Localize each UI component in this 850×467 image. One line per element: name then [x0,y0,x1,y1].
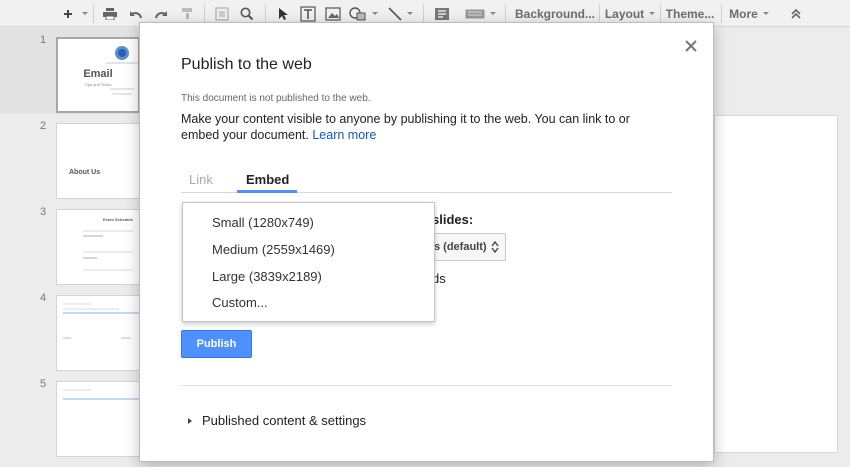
slide-number: 4 [40,292,47,304]
select-cursor-icon[interactable] [273,3,293,24]
size-dropdown-menu: Small (1280x749) Medium (2559x1469) Larg… [182,202,435,322]
slide-lines [63,389,139,400]
advance-select-value: s (default) [434,241,487,253]
tab-link[interactable]: Link [189,172,213,187]
dialog-title: Publish to the web [181,56,312,73]
slide-subtitle: Tips and Tricks [84,82,112,87]
slide-thumbnail-3[interactable]: 3 Event Schedule [0,200,150,286]
layout-button[interactable]: Layout [603,3,657,24]
slide-preview [56,295,140,371]
slide-number: 3 [40,206,47,218]
new-slide-plus-icon[interactable] [58,3,78,24]
comment-icon[interactable] [431,3,453,24]
slide-title: Email [83,68,113,80]
background-button[interactable]: Background... [512,3,598,24]
published-settings-label: Published content & settings [202,413,367,428]
dialog-description: Make your content visible to anyone by p… [181,111,671,143]
expand-triangle-icon [188,417,192,424]
slide-preview [56,381,140,457]
menu-item-large[interactable]: Large (3839x2189) [212,269,322,284]
slide-thumbnail-5[interactable]: 5 [0,372,150,458]
line-icon[interactable] [385,3,415,24]
active-tab-indicator [237,190,297,193]
learn-more-link[interactable]: Learn more [312,128,376,142]
slide-preview: About Us [56,123,140,199]
theme-label: Theme... [665,6,715,21]
slide-thumbnail-2[interactable]: 2 About Us [0,114,150,200]
publish-button[interactable]: Publish [181,330,252,358]
collapse-toolbar-icon[interactable] [785,3,807,24]
slide-title: About Us [69,169,101,176]
section-divider [181,385,672,386]
zoom-icon[interactable] [237,3,257,24]
slide-number: 5 [40,378,47,390]
slide-number: 2 [40,120,47,132]
published-settings-expander[interactable]: Published content & settings [188,413,366,428]
menu-item-small[interactable]: Small (1280x749) [212,215,314,230]
background-label: Background... [514,6,595,21]
advance-slides-label: slides: [432,212,474,227]
slide-thumbnail-4[interactable]: 4 [0,286,150,372]
slide-lines [83,230,133,271]
keyboard-icon[interactable] [462,3,498,24]
select-arrows-icon [491,241,499,253]
close-icon[interactable] [684,39,698,53]
slide-preview: Email Tips and Tricks [56,37,140,113]
slide-thumbnail-1[interactable]: 1 Email Tips and Tricks [0,28,150,114]
new-slide-dropdown-icon[interactable] [80,3,90,24]
image-icon[interactable] [323,3,343,24]
menu-item-medium[interactable]: Medium (2559x1469) [212,242,335,257]
print-icon[interactable] [100,3,120,24]
paint-format-icon[interactable] [177,3,197,24]
zoom-fit-icon[interactable] [212,3,232,24]
current-slide-page[interactable] [714,115,838,453]
text-box-icon[interactable] [298,3,318,24]
slide-preview: Event Schedule [56,209,140,285]
slide-number: 1 [40,34,47,46]
more-label: More [729,6,758,21]
slide-filmstrip: 1 Email Tips and Tricks 2 About Us 3 Eve… [0,28,150,467]
tab-embed[interactable]: Embed [246,172,289,187]
publish-status: This document is not published to the we… [181,93,371,104]
publish-dialog: Publish to the web This document is not … [139,22,714,462]
slide-lines [63,303,139,339]
description-text: Make your content visible to anyone by p… [181,112,630,142]
shape-icon[interactable] [348,3,378,24]
layout-label: Layout [604,6,645,21]
undo-icon[interactable] [126,3,146,24]
redo-icon[interactable] [151,3,171,24]
menu-item-custom[interactable]: Custom... [212,295,268,310]
more-button[interactable]: More [726,3,772,24]
theme-button[interactable]: Theme... [664,3,716,24]
